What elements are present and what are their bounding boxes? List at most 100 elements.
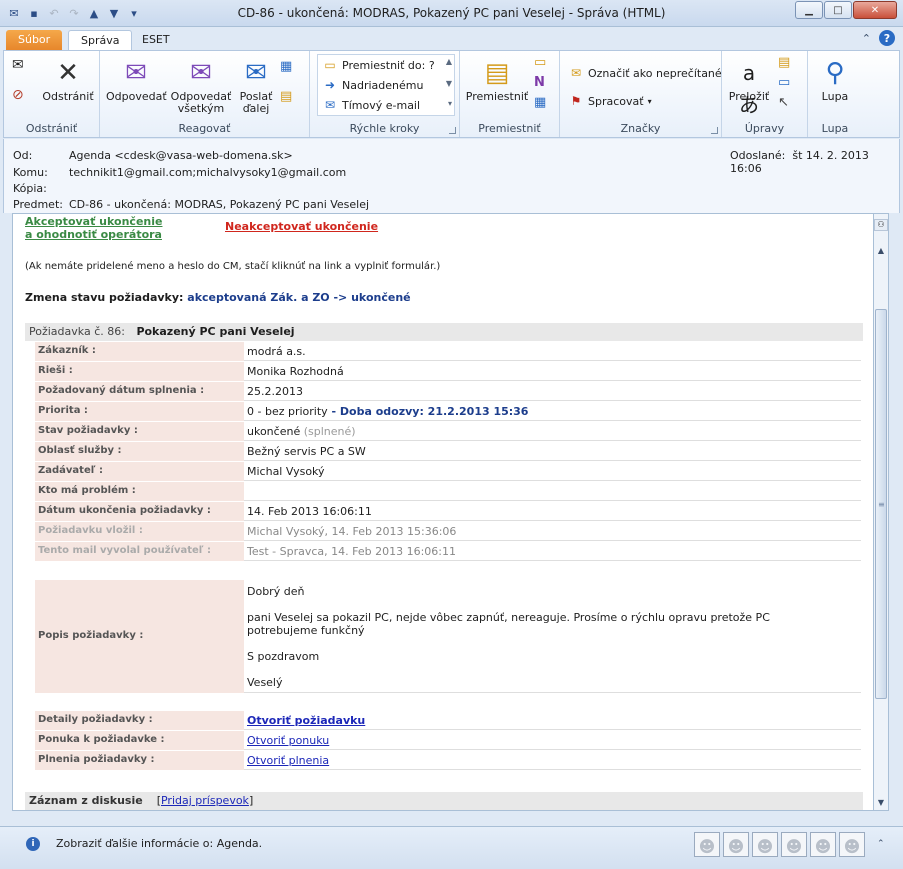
rules-icon[interactable]: ▭ [534,56,546,69]
accept-completion-link[interactable]: Akceptovať ukončenie a ohodnotiť operáto… [25,215,162,241]
more-respond-icon[interactable]: ▤ [280,90,292,103]
gallery-up-icon[interactable]: ▲ [446,57,452,66]
avatar[interactable]: ☻ [781,832,807,857]
group-move: ▤ Premiestniť ▭ N ▦ Premiestniť [460,51,560,137]
group-tags: ✉ Označiť ako neprečítané ⚑ Spracovať ▾ … [560,51,722,137]
table-row: Tento mail vyvolal používateľ : Test - S… [35,542,861,561]
mark-unread-button[interactable]: ✉ Označiť ako neprečítané [568,65,722,81]
ribbon-tabs: Súbor Správa ESET ⌃ ? [0,27,903,51]
info-icon: i [26,837,40,851]
people-pane-text[interactable]: Zobraziť ďalšie informácie o: Agenda. [56,837,262,850]
move-folder-icon: ▤ [484,58,510,88]
expand-people-pane-icon[interactable]: ⌃ [877,839,889,851]
vertical-scrollbar[interactable]: ⚇ ▲ ≡ ▼ [873,213,889,811]
discussion-heading: Záznam z diskusie [Pridaj príspevok] [25,792,863,810]
grip-icon: ≡ [878,500,885,509]
avatar[interactable]: ☻ [752,832,778,857]
contact-avatars: ☻ ☻ ☻ ☻ ☻ ☻ [694,832,865,857]
table-row: Plnenia požiadavky : Otvoriť plnenia [35,751,861,770]
from-row: Od: Agenda <cdesk@vasa-web-domena.sk> [13,149,293,162]
table-row: Požadovaný dátum splnenia : 25.2.2013 [35,382,861,401]
actions-icon[interactable]: ▦ [534,96,546,109]
table-row: Stav požiadavky : ukončené (splnené) [35,422,861,441]
request-heading: Požiadavka č. 86: Pokazený PC pani Vesel… [25,323,863,341]
chevron-down-icon: ▾ [647,96,652,106]
follow-up-button[interactable]: ⚑ Spracovať ▾ [568,93,652,109]
select-icon[interactable]: ↖ [778,96,789,109]
add-post-link[interactable]: Pridaj príspevok [161,794,249,807]
quick-steps-launcher[interactable] [449,127,456,134]
login-note: (Ak nemáte pridelené meno a heslo do CM,… [25,261,441,272]
tab-file[interactable]: Súbor [6,30,63,51]
group-respond: ✉ Odpovedať ✉ Odpovedať všetkým ✉ Poslať… [100,51,310,137]
title-bar: ✉ ▪ ↶ ↷ ▲ ▼ ▾ CD-86 - ukončená: MODRAS, … [0,0,903,27]
table-row: Oblasť služby : Bežný servis PC a SW [35,442,861,461]
envelope-icon: ✉ [570,66,582,80]
move-button[interactable]: ▤ Premiestniť [464,57,530,103]
quick-step-manager[interactable]: ➜ Nadriadenému [322,77,423,93]
delete-button[interactable]: ✕ Odstrániť [42,57,94,103]
delete-icon: ✕ [57,58,79,88]
ignore-icon[interactable]: ✉ [12,58,24,72]
people-pane-icon[interactable]: ⚇ [874,219,888,231]
table-row: Priorita : 0 - bez priority - Doba odozv… [35,402,861,421]
scroll-thumb[interactable]: ≡ [875,309,887,699]
tags-launcher[interactable] [711,127,718,134]
open-offer-link[interactable]: Otvoriť ponuku [247,734,329,747]
avatar[interactable]: ☻ [723,832,749,857]
related-icon[interactable]: ▭ [778,76,790,89]
minimize-ribbon-icon[interactable]: ⌃ [862,32,871,45]
close-button[interactable]: ✕ [853,1,897,19]
gallery-down-icon[interactable]: ▼ [446,79,452,88]
scroll-up-icon[interactable]: ▲ [874,244,888,258]
subject-row: Predmet: CD-86 - ukončená: MODRAS, Pokaze… [13,198,370,211]
table-row: Zadávateľ : Michal Vysoký [35,462,861,481]
group-delete: ✉ ⊘ ✕ Odstrániť Odstrániť [4,51,100,137]
forward-button[interactable]: ✉ Poslať ďalej [236,57,276,115]
sent-row: Odoslané: št 14. 2. 2013 16:06 [730,149,869,175]
tab-message[interactable]: Správa [68,30,133,51]
minimize-button[interactable]: ▁ [795,1,823,19]
avatar[interactable]: ☻ [839,832,865,857]
message-body: Akceptovať ukončenie a ohodnotiť operáto… [12,213,874,811]
meeting-icon[interactable]: ▦ [280,60,292,73]
ribbon: ✉ ⊘ ✕ Odstrániť Odstrániť ✉ Odpovedať ✉ … [3,50,900,138]
reply-all-icon: ✉ [190,58,212,88]
zoom-button[interactable]: ⚲ Lupa [812,57,858,103]
table-row: Ponuka k požiadavke : Otvoriť ponuku [35,731,861,750]
reply-all-button[interactable]: ✉ Odpovedať všetkým [170,57,232,115]
quick-step-move[interactable]: ▭ Premiestniť do: ? [322,57,434,73]
scroll-down-icon[interactable]: ▼ [874,796,888,810]
to-row: Komu: technikit1@gmail.com;michalvysoky1@… [13,166,347,179]
quick-steps-gallery: ▭ Premiestniť do: ? ➜ Nadriadenému ✉ Tím… [317,54,455,116]
sender[interactable]: Agenda <cdesk@vasa-web-domena.sk> [69,149,293,162]
window-title: CD-86 - ukončená: MODRAS, Pokazený PC pa… [237,6,666,20]
request-description: Popis požiadavky : Dobrý deň pani Vesele… [35,580,861,693]
reject-completion-link[interactable]: Neakceptovať ukončenie [225,220,378,233]
onenote-icon[interactable]: N [534,76,545,89]
recipients[interactable]: technikit1@gmail.com;michalvysoky1@gmail… [69,166,346,179]
quick-step-team-email[interactable]: ✉ Tímový e-mail [322,97,420,113]
help-icon[interactable]: ? [879,30,895,46]
table-row: Rieši : Monika Rozhodná [35,362,861,381]
group-edit: a あ Preložiť ▤ ▭ ↖ Úpravy [722,51,808,137]
forward-manager-icon: ➜ [324,78,336,92]
avatar[interactable]: ☻ [810,832,836,857]
maximize-button[interactable]: □ [824,1,852,19]
flag-icon: ⚑ [570,94,582,108]
translate-button[interactable]: a あ Preložiť [724,57,774,117]
open-fulfillment-link[interactable]: Otvoriť plnenia [247,754,329,767]
table-row: Kto má problém : [35,482,861,501]
folder-move-icon: ▭ [324,58,336,72]
table-row: Dátum ukončenia požiadavky : 14. Feb 201… [35,502,861,521]
junk-icon[interactable]: ⊘ [12,88,24,102]
open-request-link[interactable]: Otvoriť požiadavku [247,714,365,727]
translate-icon: a あ [739,61,759,117]
message-header: Od: Agenda <cdesk@vasa-web-domena.sk> Kom… [3,139,900,213]
gallery-more-icon[interactable]: ▾ [448,99,452,108]
find-icon[interactable]: ▤ [778,56,790,69]
table-row: Požiadavku vložil : Michal Vysoký, 14. F… [35,522,861,541]
tab-eset[interactable]: ESET [130,30,182,51]
reply-button[interactable]: ✉ Odpovedať [106,57,167,103]
avatar[interactable]: ☻ [694,832,720,857]
